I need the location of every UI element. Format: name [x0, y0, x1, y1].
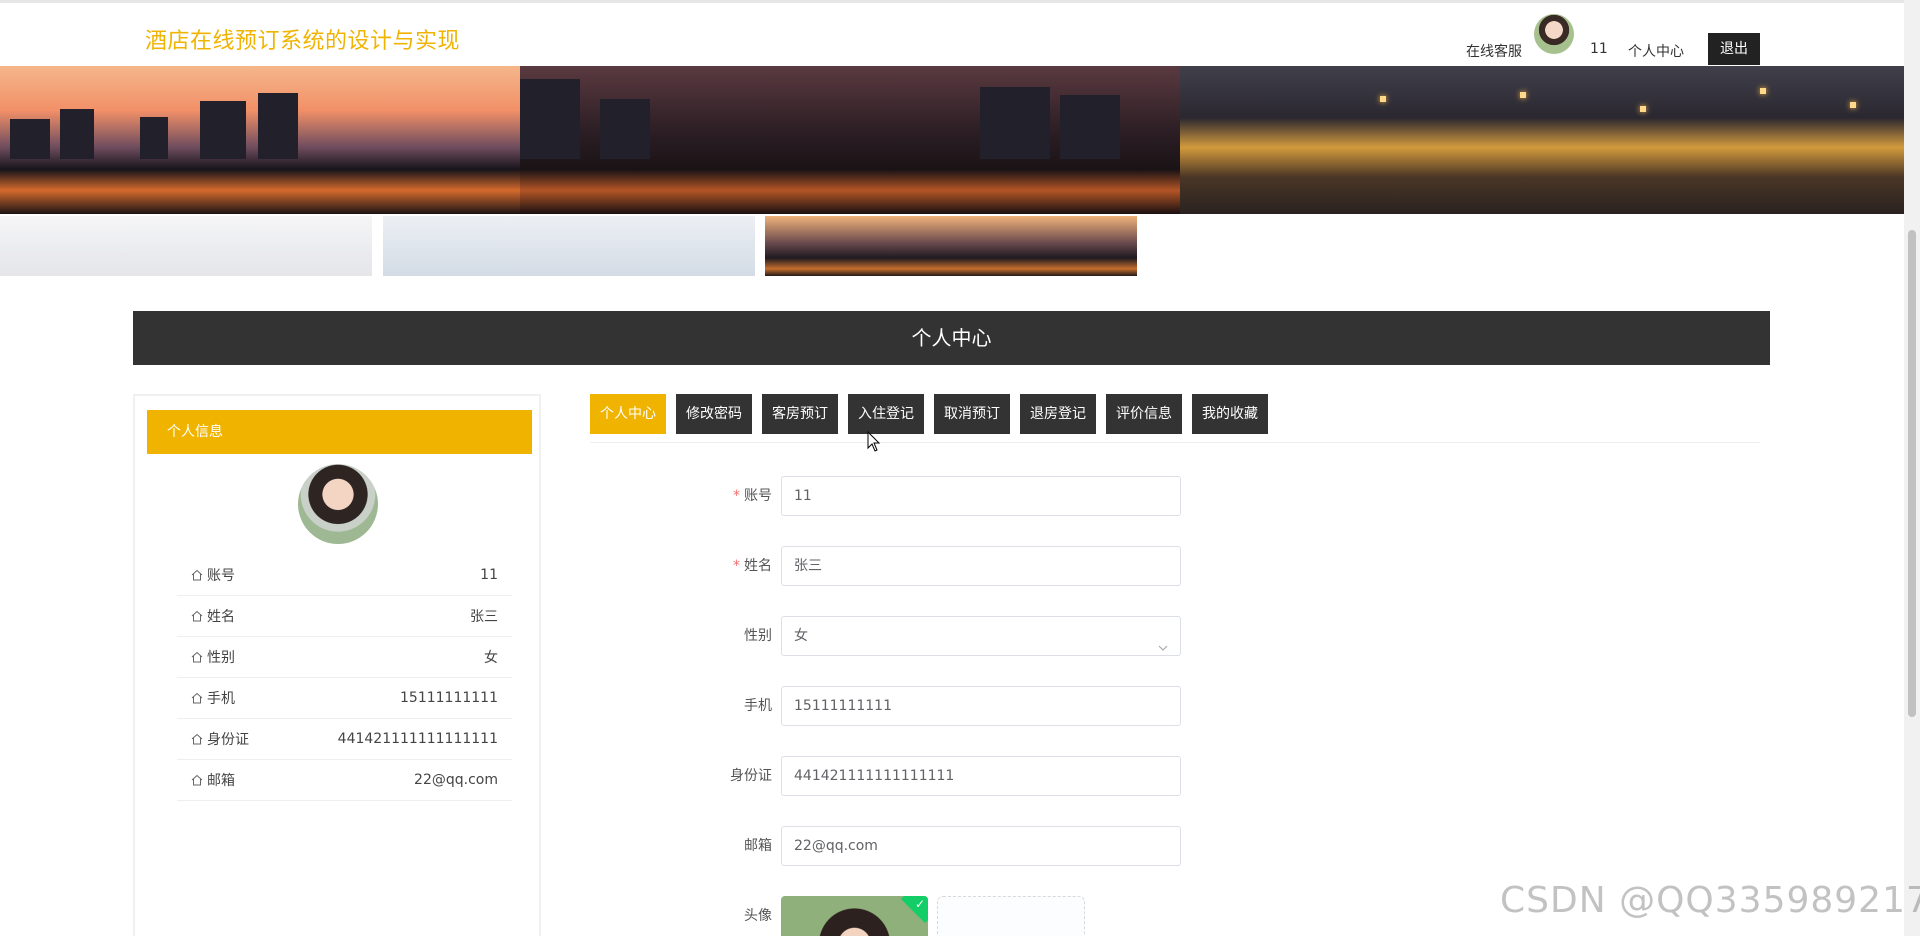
name-label: * 姓名	[733, 558, 772, 574]
tab-cancel-booking[interactable]: 取消预订	[934, 394, 1010, 434]
top-bar: 酒店在线预订系统的设计与实现 在线客服 11 个人中心 退出	[0, 0, 1904, 66]
profile-info-list: 账号 11 姓名 张三 性别 女 手机 15111111111 身份证 4414…	[177, 555, 512, 801]
building-shape	[258, 93, 298, 159]
scrollbar-thumb[interactable]	[1908, 230, 1916, 717]
info-row-name: 姓名 张三	[177, 596, 512, 637]
building-shape	[600, 99, 650, 159]
window-light	[1640, 106, 1646, 112]
watermark: CSDN @QQ3359892174	[1500, 880, 1920, 921]
avatar-label: 头像	[744, 908, 772, 924]
check-icon: ✓	[914, 897, 925, 911]
form-row-email: 邮箱 22@qq.com	[700, 826, 1200, 866]
tab-check-out[interactable]: 退房登记	[1020, 394, 1096, 434]
building-shape	[200, 101, 246, 159]
building-shape	[980, 87, 1050, 159]
form-row-phone: 手机 15111111111	[700, 686, 1200, 726]
info-row-id-card: 身份证 441421111111111111	[177, 719, 512, 760]
page-scrollbar[interactable]	[1904, 0, 1920, 936]
mouse-cursor-icon	[867, 430, 881, 453]
email-input[interactable]: 22@qq.com	[781, 826, 1181, 866]
info-label: 性别	[207, 650, 235, 666]
window-light	[1760, 88, 1766, 94]
info-label: 邮箱	[207, 773, 235, 789]
info-label: 姓名	[207, 609, 235, 625]
building-shape	[1060, 95, 1120, 159]
home-icon	[191, 733, 203, 745]
form-row-avatar: 头像 ✓	[700, 896, 1200, 936]
page: 酒店在线预订系统的设计与实现 在线客服 11 个人中心 退出 个人中心 个人信息…	[0, 0, 1920, 936]
form-row-gender: 性别 女	[700, 616, 1200, 656]
info-label: 账号	[207, 568, 235, 584]
avatar-upload-button[interactable]	[937, 896, 1085, 936]
gender-label: 性别	[744, 628, 772, 644]
info-label: 身份证	[207, 732, 249, 748]
info-value: 女	[484, 650, 498, 666]
account-input[interactable]: 11	[781, 476, 1181, 516]
banner-waterfront	[1180, 66, 1904, 214]
thumbnail-2[interactable]	[383, 216, 755, 276]
info-row-account: 账号 11	[177, 555, 512, 596]
avatar-preview[interactable]: ✓	[781, 896, 928, 936]
info-row-phone: 手机 15111111111	[177, 678, 512, 719]
form-row-id-card: 身份证 441421111111111111	[700, 756, 1200, 796]
profile-avatar	[298, 464, 378, 544]
page-title: 个人中心	[133, 311, 1770, 365]
account-label: * 账号	[733, 488, 772, 504]
id-card-label: 身份证	[730, 768, 772, 784]
tab-change-password[interactable]: 修改密码	[676, 394, 752, 434]
info-row-email: 邮箱 22@qq.com	[177, 760, 512, 801]
thumbnail-3[interactable]	[765, 216, 1137, 276]
home-icon	[191, 610, 203, 622]
username: 11	[1590, 41, 1608, 57]
online-service-link[interactable]: 在线客服	[1466, 41, 1522, 61]
window-light	[1850, 102, 1856, 108]
required-mark: *	[733, 558, 740, 574]
building-shape	[520, 79, 580, 159]
tab-check-in[interactable]: 入住登记	[848, 394, 924, 434]
home-icon	[191, 692, 203, 704]
window-light	[1520, 92, 1526, 98]
logout-button[interactable]: 退出	[1708, 33, 1760, 65]
tab-personal-center[interactable]: 个人中心	[590, 394, 666, 434]
gender-selected-value: 女	[794, 628, 808, 644]
gender-select[interactable]: 女	[781, 616, 1181, 656]
required-mark: *	[733, 488, 740, 504]
name-input[interactable]: 张三	[781, 546, 1181, 586]
site-title[interactable]: 酒店在线预订系统的设计与实现	[145, 23, 460, 55]
home-icon	[191, 569, 203, 581]
info-value: 15111111111	[400, 690, 498, 706]
id-card-input[interactable]: 441421111111111111	[781, 756, 1181, 796]
info-row-gender: 性别 女	[177, 637, 512, 678]
home-icon	[191, 651, 203, 663]
home-icon	[191, 774, 203, 786]
tab-favorites[interactable]: 我的收藏	[1192, 394, 1268, 434]
info-value: 11	[480, 567, 498, 583]
info-label: 手机	[207, 691, 235, 707]
building-shape	[10, 119, 50, 159]
banner-image	[0, 66, 1904, 214]
user-avatar[interactable]	[1534, 14, 1574, 54]
info-value: 441421111111111111	[337, 731, 498, 747]
window-light	[1380, 96, 1386, 102]
form-row-account: * 账号 11	[700, 476, 1200, 516]
email-label: 邮箱	[744, 838, 772, 854]
profile-card: 个人信息 账号 11 姓名 张三 性别 女 手机 15111111111 身份证…	[133, 394, 541, 936]
tab-room-booking[interactable]: 客房预订	[762, 394, 838, 434]
phone-label: 手机	[744, 698, 772, 714]
info-value: 张三	[470, 609, 498, 625]
building-shape	[140, 117, 168, 159]
form-row-name: * 姓名 张三	[700, 546, 1200, 586]
building-shape	[60, 109, 94, 159]
info-value: 22@qq.com	[414, 772, 498, 788]
tab-reviews[interactable]: 评价信息	[1106, 394, 1182, 434]
tabs-divider	[590, 442, 1760, 443]
chevron-down-icon	[1158, 630, 1168, 651]
phone-input[interactable]: 15111111111	[781, 686, 1181, 726]
profile-card-title: 个人信息	[147, 410, 532, 454]
personal-center-link[interactable]: 个人中心	[1628, 41, 1684, 61]
thumbnail-1[interactable]	[0, 216, 372, 276]
